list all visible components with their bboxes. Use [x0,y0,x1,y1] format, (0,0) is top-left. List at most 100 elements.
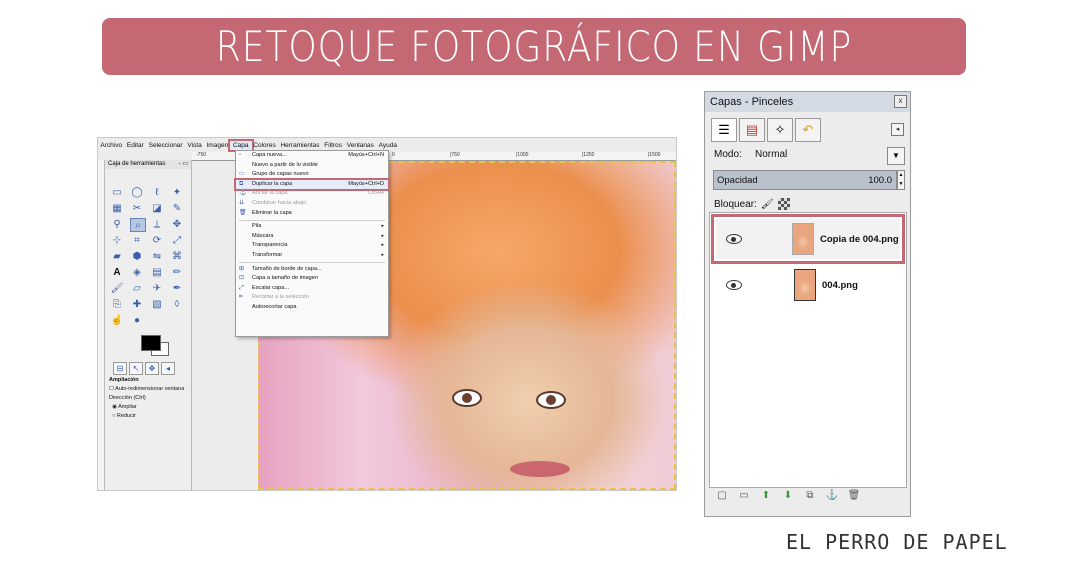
paths-tab-icon[interactable]: ✧ [767,118,793,142]
opacity-slider[interactable]: Opacidad 100.0 [713,170,897,190]
eraser-icon[interactable]: ▱ [130,282,144,294]
toolbox-title-buttons[interactable]: - ▭ [179,160,188,169]
menu-colores[interactable]: Colores [251,142,278,149]
layers-list: Copia de 004.png 004.png [709,212,907,488]
pencil-icon[interactable]: ✏ [170,266,184,278]
menu-item-tamano-borde[interactable]: ⊞ Tamaño de borde de capa... [236,265,388,275]
free-select-icon[interactable]: ℓ [150,186,164,198]
blend-icon[interactable]: ▤ [150,266,164,278]
rect-select-icon[interactable]: ▭ [110,186,124,198]
menu-capa[interactable]: Capa [227,138,254,152]
tool-options-tab-icon[interactable]: ⊟ [113,362,127,375]
menu-item-label: Tamaño de borde de capa... [252,265,322,272]
color-swatches[interactable] [131,333,171,359]
menu-item-transformar[interactable]: Transformar ▸ [236,251,388,261]
menu-item-capa-tamano-imagen[interactable]: ⊡ Capa a tamaño de imagen [236,274,388,284]
align-icon[interactable]: ⊹ [110,234,124,246]
tab-menu-icon[interactable]: ◂ [891,123,904,136]
duplicate-layer-icon[interactable]: ⧉ [803,488,817,502]
foreground-select-icon[interactable]: ◪ [150,202,164,214]
rotate-icon[interactable]: ⟳ [150,234,164,246]
flip-icon[interactable]: ⇋ [150,250,164,262]
menu-item-duplicar-capa[interactable]: ⧉ Duplicar la capa Mayús+Ctrl+D [234,177,390,192]
scissors-icon[interactable]: ✂ [130,202,144,214]
lock-pixels-icon[interactable]: 🖌 [761,199,774,210]
raise-layer-icon[interactable]: ⬆ [759,488,773,502]
menu-item-mascara[interactable]: Máscara ▸ [236,232,388,242]
menu-ayuda[interactable]: Ayuda [376,142,399,149]
paintbrush-icon[interactable]: 🖌 [110,282,124,294]
layers-tab-icon[interactable]: ☰ [711,118,737,142]
menu-item-escalar-capa[interactable]: ⤢ Escalar capa... [236,284,388,294]
cage-icon[interactable]: ⌘ [170,250,184,262]
toolbox-title: Caja de herramientas [108,161,166,167]
blur-icon[interactable]: ◊ [170,298,184,310]
tool-options-title: Ampliación [109,377,139,383]
menu-item-combinar-abajo[interactable]: ⇊ Combinar hacia abajo [236,199,388,209]
menu-item-nuevo-visible[interactable]: Nuevo a partir de lo visible [236,161,388,171]
new-layer-button-icon[interactable]: ▢ [715,488,729,502]
shear-icon[interactable]: ▰ [110,250,124,262]
mode-select-value[interactable]: Normal [755,149,787,160]
undo-history-tab-icon[interactable]: ↶ [795,118,821,142]
color-select-icon[interactable]: ▦ [110,202,124,214]
menu-item-anclar-capa[interactable]: ⚓ Anclar la capa Ctrl+H [236,189,388,199]
dodge-icon[interactable]: ● [130,314,144,326]
ellipse-select-icon[interactable]: ◯ [130,186,144,198]
ruler-tick: |1500 [648,152,661,158]
move-icon[interactable]: ✥ [170,218,184,230]
menu-ventanas[interactable]: Ventanas [344,142,376,149]
visibility-eye-icon[interactable] [726,234,742,244]
menu-item-pila[interactable]: Pila ▸ [236,222,388,232]
airbrush-icon[interactable]: ✈ [150,282,164,294]
opacity-spinner[interactable]: ▲ ▼ [897,170,905,190]
merge-icon: ⇊ [239,199,245,206]
measure-icon[interactable]: ⟂ [150,218,164,230]
perspective-icon[interactable]: ⬢ [130,250,144,262]
bucket-fill-icon[interactable]: ◈ [130,266,144,278]
perspective-clone-icon[interactable]: ▧ [150,298,164,310]
menu-seleccionar[interactable]: Seleccionar [146,142,185,149]
zoom-icon[interactable]: ⌕ [130,218,146,232]
menu-imagen[interactable]: Imagen [204,142,230,149]
menu-vista[interactable]: Vista [185,142,204,149]
channels-tab-icon[interactable]: ▤ [739,118,765,142]
layer-row[interactable]: 004.png [716,265,900,305]
lock-alpha-icon[interactable] [777,198,790,210]
lower-layer-icon[interactable]: ⬇ [781,488,795,502]
layer-row[interactable]: Copia de 004.png [711,214,905,264]
text-tool-icon[interactable]: A [110,266,124,278]
menu-editar[interactable]: Editar [124,142,146,149]
menu-item-grupo-capas[interactable]: ▭ Grupo de capas nuevo [236,170,388,180]
anchor-layer-icon[interactable]: ⚓ [825,488,839,502]
crop-tool-icon[interactable]: ⌗ [130,234,144,246]
menu-item-eliminar-capa[interactable]: 🗑 Eliminar la capa [236,209,388,219]
menu-item-capa-nueva[interactable]: ▫ Capa nueva... Mayús+Ctrl+N [236,151,388,161]
fuzzy-select-icon[interactable]: ✦ [170,186,184,198]
clone-icon[interactable]: ⎘ [110,298,124,310]
menu-item-recortar-seleccion[interactable]: ⌗ Recortar a la selección [236,293,388,303]
mode-dropdown-icon[interactable]: ▼ [887,147,905,165]
foreground-color-swatch[interactable] [141,335,161,351]
direction-label: Dirección (Ctrl) [109,395,146,401]
menu-item-label: Capa a tamaño de imagen [252,275,318,282]
paths-icon[interactable]: ✎ [170,202,184,214]
menu-item-transparencia[interactable]: Transparencia ▸ [236,241,388,251]
close-icon[interactable]: x [894,95,907,108]
ruler-tick: |1250 [582,152,595,158]
menu-archivo[interactable]: Archivo [98,142,124,149]
delete-layer-icon[interactable]: 🗑 [847,488,861,502]
menu-filtros[interactable]: Filtros [322,142,344,149]
tab-scroll-icon[interactable]: ◂ [161,362,175,375]
heal-icon[interactable]: ✚ [130,298,144,310]
scale-tool-icon[interactable]: ⤢ [170,234,184,246]
color-picker-icon[interactable]: ⚲ [110,218,124,230]
smudge-icon[interactable]: ☝ [110,314,124,326]
menu-herramientas[interactable]: Herramientas [278,142,322,149]
pointer-tab-icon[interactable]: ↖ [129,362,143,375]
new-group-button-icon[interactable]: ▭ [737,488,751,502]
move-tab-icon[interactable]: ✥ [145,362,159,375]
ink-icon[interactable]: ✒ [170,282,184,294]
menu-item-autorecortar[interactable]: Autorecortar capa [236,303,388,313]
visibility-eye-icon[interactable] [726,280,742,290]
